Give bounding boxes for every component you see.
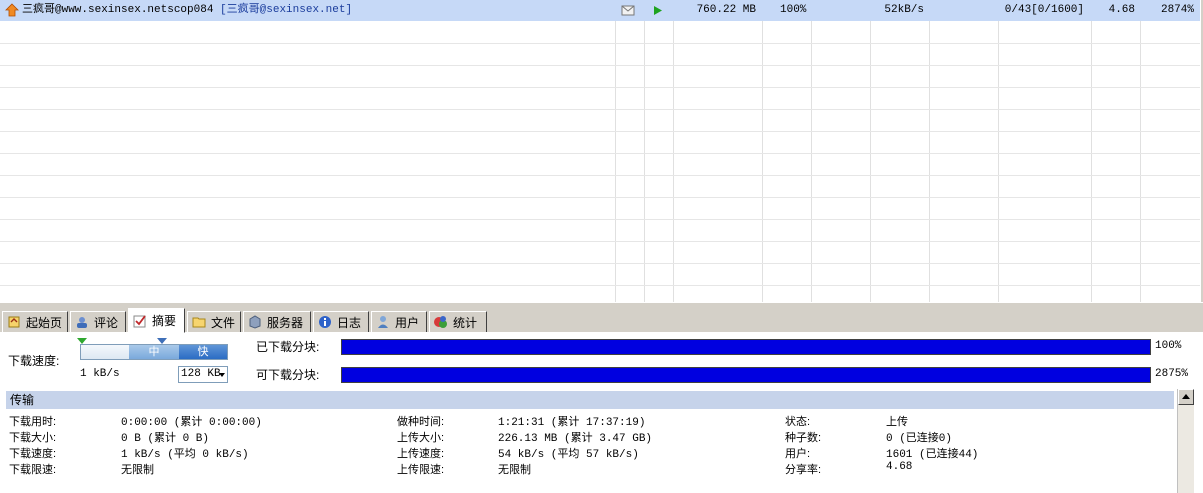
stat-label: 下载速度: <box>9 448 57 460</box>
home-icon <box>7 315 21 329</box>
task-list[interactable]: 三疯哥@www.sexinsex.netscop084 [三疯哥@sexinse… <box>0 0 1203 302</box>
stats-icon <box>434 315 448 329</box>
downloaded-pieces-bar <box>341 339 1151 355</box>
stat-label: 上传限速: <box>397 464 445 476</box>
task-name: 三疯哥@www.sexinsex.netscop084 [三疯哥@sexinse… <box>22 4 353 16</box>
table-row-selected[interactable]: 三疯哥@www.sexinsex.netscop084 [三疯哥@sexinse… <box>0 0 1200 21</box>
task-peers: 0/43[0/1600] <box>1004 4 1084 16</box>
table-row[interactable] <box>0 66 1200 88</box>
tab-comments[interactable]: 评论 <box>70 311 126 332</box>
chevron-down-icon <box>219 373 225 377</box>
table-row[interactable] <box>0 198 1200 220</box>
scroll-up-arrow-icon[interactable] <box>1178 389 1194 405</box>
table-row[interactable] <box>0 132 1200 154</box>
stat-label: 状态: <box>785 416 811 428</box>
table-row[interactable] <box>0 176 1200 198</box>
stat-value: 无限制 <box>498 465 531 477</box>
speed-value: 1 kB/s <box>80 368 120 380</box>
table-row[interactable] <box>0 44 1200 66</box>
task-speed: 52kB/s <box>884 4 924 16</box>
transfer-section-header: 传输 <box>6 391 1174 409</box>
stat-label: 上传速度: <box>397 448 445 460</box>
tab-users[interactable]: 用户 <box>371 311 427 332</box>
folder-icon <box>192 315 206 329</box>
stat-value: 226.13 MB (累计 3.47 GB) <box>498 433 653 445</box>
upload-arrow-icon <box>5 0 19 21</box>
stat-label: 分享率: <box>785 464 822 476</box>
slider-fast: 快 <box>179 345 227 359</box>
tab-start[interactable]: 起始页 <box>2 311 68 332</box>
stat-label: 下载大小: <box>9 432 57 444</box>
task-completion: 2874% <box>1160 4 1194 16</box>
tab-servers[interactable]: 服务器 <box>243 311 311 332</box>
tab-files[interactable]: 文件 <box>187 311 241 332</box>
table-row[interactable] <box>0 220 1200 242</box>
stat-value: 1601 (已连接44) <box>886 449 979 461</box>
tab-summary[interactable]: 摘要 <box>128 308 185 333</box>
play-icon[interactable] <box>652 0 666 21</box>
stat-value: 无限制 <box>121 465 154 477</box>
stat-value: 54 kB/s (平均 57 kB/s) <box>498 449 639 461</box>
info-icon <box>318 315 332 329</box>
table-row[interactable] <box>0 154 1200 176</box>
stat-value: 上传 <box>886 417 908 429</box>
available-pieces-fill <box>342 368 1150 382</box>
download-speed-label: 下载速度: <box>8 354 60 368</box>
table-row[interactable] <box>0 22 1200 44</box>
stat-label: 下载限速: <box>9 464 57 476</box>
stat-label: 上传大小: <box>397 432 445 444</box>
scrollbar[interactable] <box>1177 389 1194 493</box>
table-row[interactable] <box>0 88 1200 110</box>
table-row[interactable] <box>0 264 1200 286</box>
available-pieces-bar <box>341 367 1151 383</box>
downloaded-pieces-label: 已下载分块: <box>256 340 320 354</box>
downloaded-pieces-fill <box>342 340 1150 354</box>
table-row[interactable] <box>0 110 1200 132</box>
stat-label: 用户: <box>785 448 811 460</box>
task-progress: 100% <box>780 4 807 16</box>
stat-label: 下载用时: <box>9 416 57 428</box>
comment-icon <box>75 315 89 329</box>
stat-value: 0 (已连接0) <box>886 433 953 445</box>
task-ratio: 4.68 <box>1108 4 1135 16</box>
available-pieces-label: 可下载分块: <box>256 368 320 382</box>
stat-value: 4.68 <box>886 461 913 473</box>
slider-mid: 中 <box>129 345 179 359</box>
speed-slider[interactable]: 中 快 <box>80 344 228 360</box>
task-size: 760.22 MB <box>696 4 756 16</box>
available-pieces-pct: 2875% <box>1155 368 1189 380</box>
speed-limit-select[interactable]: 128 KB <box>178 366 228 383</box>
tab-stats[interactable]: 统计 <box>429 311 487 332</box>
tab-bar: 起始页 评论 摘要 文件 服务器 日志 用户 统计 <box>0 302 1203 333</box>
table-row[interactable] <box>0 242 1200 264</box>
stat-value: 1 kB/s (平均 0 kB/s) <box>121 449 249 461</box>
user-icon <box>376 315 390 329</box>
server-icon <box>248 315 262 329</box>
stat-value: 0:00:00 (累计 0:00:00) <box>121 417 262 429</box>
tab-log[interactable]: 日志 <box>313 311 369 332</box>
stat-label: 种子数: <box>785 432 822 444</box>
downloaded-pieces-pct: 100% <box>1155 340 1182 352</box>
check-icon <box>133 314 147 328</box>
stat-label: 做种时间: <box>397 416 445 428</box>
stat-value: 1:21:31 (累计 17:37:19) <box>498 417 646 429</box>
table-row[interactable] <box>0 286 1200 302</box>
stat-value: 0 B (累计 0 B) <box>121 433 210 445</box>
summary-panel: 下载速度: 中 快 1 kB/s 128 KB 已下载分块: 100% 可下载分… <box>0 332 1203 493</box>
mail-icon[interactable] <box>620 0 640 21</box>
